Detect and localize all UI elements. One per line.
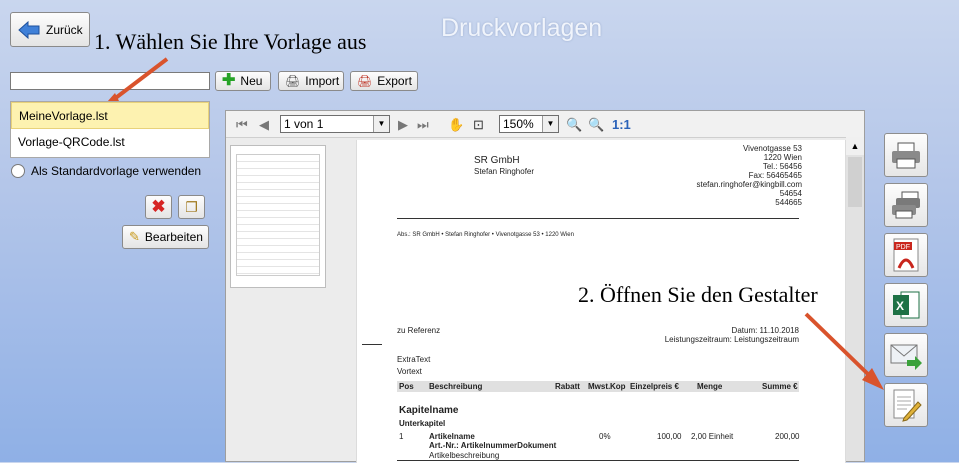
pencil-icon: ✎ bbox=[129, 229, 140, 244]
dropdown-icon: ▼ bbox=[542, 116, 558, 132]
delete-button[interactable]: ✖ bbox=[145, 195, 172, 219]
edit-button[interactable]: ✎ Bearbeiten bbox=[122, 225, 209, 249]
print-icon bbox=[892, 142, 920, 169]
new-label: Neu bbox=[240, 74, 263, 88]
import-label: Import bbox=[305, 74, 340, 88]
template-item-qrcode[interactable]: Vorlage-QRCode.lst bbox=[11, 129, 209, 156]
first-page-icon[interactable]: ⏮ bbox=[236, 117, 248, 133]
default-option-label: Als Standardvorlage verwenden bbox=[31, 164, 202, 178]
email-button[interactable] bbox=[884, 333, 928, 377]
next-page-icon[interactable]: ▶ bbox=[398, 117, 408, 133]
doc-subchapter: Unterkapitel bbox=[399, 419, 446, 428]
zoom-area-icon[interactable]: ⊡ bbox=[473, 117, 484, 133]
pdf-icon: PDF bbox=[893, 238, 919, 272]
edit-label: Bearbeiten bbox=[144, 230, 203, 244]
import-icon: 🖨 bbox=[285, 74, 301, 88]
designer-button[interactable] bbox=[884, 383, 928, 427]
export-button[interactable]: 🖨 Export bbox=[350, 71, 418, 91]
hand-tool-icon[interactable]: ✋ bbox=[448, 117, 464, 133]
thumbnail-preview bbox=[236, 154, 320, 276]
doc-contact: Stefan Ringhofer bbox=[474, 167, 535, 176]
vertical-scrollbar[interactable]: ▲ bbox=[846, 137, 864, 461]
page-title: Druckvorlagen bbox=[441, 14, 603, 42]
print-button[interactable] bbox=[884, 133, 928, 177]
back-button[interactable]: Zurück bbox=[10, 12, 90, 47]
dropdown-icon: ▼ bbox=[373, 116, 389, 132]
prev-page-icon[interactable]: ◀ bbox=[259, 117, 269, 133]
doc-company: SR GmbH bbox=[474, 155, 520, 166]
doc-vortext: Vortext bbox=[397, 367, 422, 376]
divider bbox=[397, 218, 799, 219]
doc-extra-text: ExtraText bbox=[397, 355, 431, 364]
plus-icon: ✚ bbox=[222, 72, 236, 89]
divider bbox=[397, 460, 799, 461]
step2-instruction: 2. Öffnen Sie den Gestalter bbox=[578, 282, 818, 307]
excel-icon: X bbox=[893, 291, 920, 319]
doc-sender-line: Abs.: SR GmbH • Stefan Ringhofer • Viven… bbox=[397, 232, 574, 238]
copy-button[interactable]: ❐ bbox=[178, 195, 205, 219]
copy-icon: ❐ bbox=[185, 198, 198, 215]
print-multiple-button[interactable] bbox=[884, 183, 928, 227]
doc-period: Leistungszeitraum: Leistungszeitraum bbox=[664, 335, 799, 344]
fold-mark bbox=[362, 344, 382, 345]
export-label: Export bbox=[377, 74, 412, 88]
scroll-thumb[interactable] bbox=[848, 157, 862, 207]
last-page-icon[interactable]: ⏭ bbox=[417, 117, 429, 133]
pointer-arrow-icon bbox=[804, 312, 884, 390]
new-button[interactable]: ✚ Neu bbox=[215, 71, 271, 91]
zoom-out-icon[interactable]: 🔍 bbox=[588, 117, 604, 133]
template-list: MeineVorlage.lst Vorlage-QRCode.lst bbox=[10, 101, 210, 158]
step1-instruction: 1. Wählen Sie Ihre Vorlage aus bbox=[94, 29, 367, 54]
default-template-option[interactable]: Als Standardvorlage verwenden bbox=[11, 164, 201, 178]
pdf-button[interactable]: PDF bbox=[884, 233, 928, 277]
doc-date: Datum: 11.10.2018 bbox=[731, 326, 799, 335]
zoom-reset-button[interactable]: 1:1 bbox=[612, 117, 631, 132]
doc-address: Vivenotgasse 53 1220 Wien Tel.: 56456 Fa… bbox=[696, 144, 802, 207]
svg-text:PDF: PDF bbox=[896, 244, 910, 251]
page-selector[interactable]: 1 von 1 ▼ bbox=[280, 115, 390, 133]
page-thumbnail[interactable] bbox=[230, 145, 326, 288]
doc-reference: zu Referenz bbox=[397, 326, 441, 335]
scroll-up-icon[interactable]: ▲ bbox=[846, 137, 864, 155]
template-item-meinevorlage[interactable]: MeineVorlage.lst bbox=[11, 102, 209, 129]
email-icon bbox=[890, 344, 922, 370]
import-button[interactable]: 🖨 Import bbox=[278, 71, 344, 91]
print-multi-icon bbox=[892, 191, 920, 219]
doc-chapter: Kapitelname bbox=[399, 405, 459, 416]
back-arrow-icon bbox=[18, 20, 40, 39]
zoom-selector[interactable]: 150% ▼ bbox=[499, 115, 559, 133]
excel-button[interactable]: X bbox=[884, 283, 928, 327]
svg-text:X: X bbox=[896, 299, 904, 313]
export-icon: 🖨 bbox=[357, 74, 373, 88]
edit-document-icon bbox=[893, 389, 922, 422]
default-radio[interactable] bbox=[11, 164, 25, 178]
viewer-toolbar: ⏮ ◀ 1 von 1 ▼ ▶ ⏭ ✋ ⊡ 150% ▼ 🔍 🔍 1:1 bbox=[226, 111, 864, 138]
delete-icon: ✖ bbox=[151, 197, 166, 216]
zoom-in-icon[interactable]: 🔍 bbox=[566, 117, 582, 133]
back-button-label: Zurück bbox=[46, 22, 83, 37]
